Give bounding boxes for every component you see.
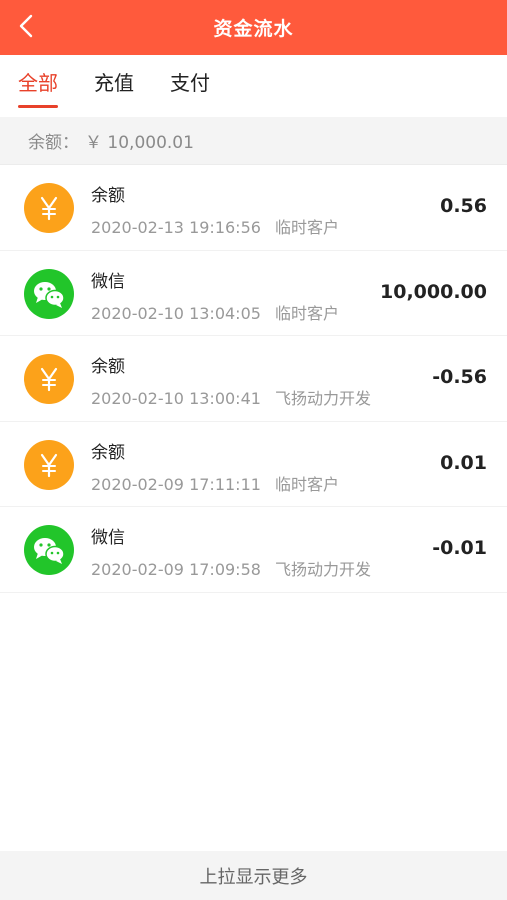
yuan-icon (24, 354, 74, 404)
balance-value: ￥ 10,000.01 (85, 133, 194, 153)
transaction-method: 余额 (91, 186, 125, 206)
wechat-icon (24, 268, 74, 319)
transaction-time: 2020-02-10 13:04:05 (91, 303, 261, 323)
transaction-time: 2020-02-13 19:16:56 (91, 218, 261, 237)
tab-all[interactable]: 全部 (18, 67, 58, 108)
transaction-list: 余额 2020-02-13 19:16:56 临时客户 0.56 微信 2020… (0, 165, 507, 593)
transaction-customer: 临时客户 (274, 303, 339, 323)
load-more-label: 上拉显示更多 (199, 866, 308, 888)
filter-tabs: 全部 充值 支付 (0, 55, 507, 117)
transaction-row[interactable]: 微信 2020-02-09 17:09:58 飞扬动力开发 -0.01 (0, 507, 507, 593)
transaction-meta: 2020-02-09 17:11:11 临时客户 (91, 471, 339, 495)
transaction-method: 余额 (91, 357, 125, 377)
transaction-row[interactable]: 余额 2020-02-09 17:11:11 临时客户 0.01 (0, 422, 507, 507)
transaction-meta: 2020-02-10 13:04:05 临时客户 (91, 300, 339, 324)
yuan-icon (24, 439, 74, 490)
transaction-amount: -0.01 (432, 537, 487, 559)
transaction-method: 余额 (91, 442, 125, 463)
load-more-hint[interactable]: 上拉显示更多 (0, 851, 507, 900)
tab-label: 支付 (170, 71, 210, 95)
transaction-customer: 临时客户 (274, 474, 339, 494)
transaction-amount: 0.01 (440, 451, 487, 474)
wechat-icon (24, 525, 74, 575)
transaction-meta: 2020-02-09 17:09:58 飞扬动力开发 (91, 556, 371, 580)
transaction-customer: 临时客户 (274, 218, 339, 237)
transaction-method: 微信 (91, 528, 125, 548)
back-button[interactable] (14, 12, 38, 40)
transaction-time: 2020-02-09 17:11:11 (91, 474, 261, 494)
transaction-method: 微信 (91, 271, 125, 292)
transaction-time: 2020-02-09 17:09:58 (91, 560, 261, 579)
transaction-amount: -0.56 (432, 366, 487, 388)
balance-label: 余额： (28, 133, 79, 153)
transaction-row[interactable]: 余额 2020-02-10 13:00:41 飞扬动力开发 -0.56 (0, 336, 507, 422)
transaction-row[interactable]: 微信 2020-02-10 13:04:05 临时客户 10,000.00 (0, 251, 507, 336)
transaction-row[interactable]: 余额 2020-02-13 19:16:56 临时客户 0.56 (0, 165, 507, 251)
app-screen: 资金流水 全部 充值 支付 余额： ￥ 10,000.01 余额 2020-02… (0, 0, 507, 900)
top-nav-bar: 资金流水 (0, 0, 507, 55)
balance-summary: 余额： ￥ 10,000.01 (0, 117, 507, 165)
transaction-amount: 10,000.00 (380, 280, 487, 303)
transaction-amount: 0.56 (440, 195, 487, 217)
transaction-customer: 飞扬动力开发 (274, 389, 371, 408)
tab-label: 全部 (18, 71, 58, 95)
page-title: 资金流水 (213, 18, 294, 40)
transaction-meta: 2020-02-10 13:00:41 飞扬动力开发 (91, 385, 371, 409)
active-tab-indicator (18, 105, 58, 108)
tab-payment[interactable]: 支付 (170, 67, 210, 107)
transaction-customer: 飞扬动力开发 (274, 560, 371, 579)
transaction-meta: 2020-02-13 19:16:56 临时客户 (91, 214, 339, 238)
tab-recharge[interactable]: 充值 (94, 67, 134, 107)
yuan-icon (24, 183, 74, 233)
chevron-left-icon (19, 14, 33, 38)
tab-label: 充值 (94, 71, 134, 95)
transaction-time: 2020-02-10 13:00:41 (91, 389, 261, 408)
